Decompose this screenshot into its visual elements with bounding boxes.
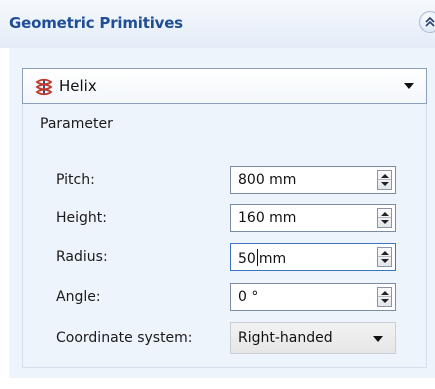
spin-divider (378, 217, 391, 218)
pitch-field[interactable]: 800 mm (230, 166, 396, 194)
pitch-spinner[interactable] (377, 170, 392, 190)
spin-down-icon[interactable] (381, 220, 389, 224)
collapse-button[interactable] (419, 11, 435, 33)
height-value: 160 mm (238, 210, 297, 226)
pitch-label: Pitch: (56, 172, 95, 188)
spin-divider (378, 256, 391, 257)
height-label: Height: (56, 210, 107, 226)
angle-field[interactable]: 0 ° (230, 283, 396, 311)
coordinate-system-dropdown[interactable]: Right-handed (230, 322, 396, 354)
height-field[interactable]: 160 mm (230, 204, 396, 232)
radius-field[interactable]: 50 mm (230, 243, 396, 271)
spin-up-icon[interactable] (381, 174, 389, 178)
pitch-value: 800 mm (238, 172, 297, 188)
spin-down-icon[interactable] (381, 182, 389, 186)
spin-up-icon[interactable] (381, 251, 389, 255)
radius-label: Radius: (56, 249, 108, 265)
radius-value: 50 mm (238, 249, 286, 267)
spin-down-icon[interactable] (381, 259, 389, 263)
spin-down-icon[interactable] (381, 299, 389, 303)
coordinate-system-value: Right-handed (238, 330, 333, 346)
helix-icon (35, 78, 53, 96)
parameter-group-label: Parameter (40, 116, 113, 132)
height-spinner[interactable] (377, 208, 392, 228)
angle-value: 0 ° (238, 289, 259, 305)
panel-title: Geometric Primitives (9, 14, 183, 32)
panel-header[interactable]: Geometric Primitives (0, 0, 435, 48)
spin-divider (378, 179, 391, 180)
geometric-primitives-panel: Geometric Primitives Helix Parameter Pit… (0, 0, 435, 389)
primitive-type-label: Helix (59, 77, 97, 95)
spin-up-icon[interactable] (381, 212, 389, 216)
dropdown-arrow-icon[interactable] (404, 83, 414, 89)
dropdown-arrow-icon[interactable] (373, 336, 383, 342)
radius-spinner[interactable] (377, 247, 392, 267)
primitive-type-dropdown[interactable]: Helix (22, 68, 427, 104)
text-caret (256, 249, 258, 266)
spin-up-icon[interactable] (381, 291, 389, 295)
radius-value-number: 50 (238, 251, 256, 267)
coordinate-system-label: Coordinate system: (56, 330, 193, 346)
angle-spinner[interactable] (377, 287, 392, 307)
double-chevron-up-icon (425, 16, 435, 27)
spin-divider (378, 296, 391, 297)
radius-value-unit: mm (258, 251, 287, 267)
angle-label: Angle: (56, 289, 101, 305)
